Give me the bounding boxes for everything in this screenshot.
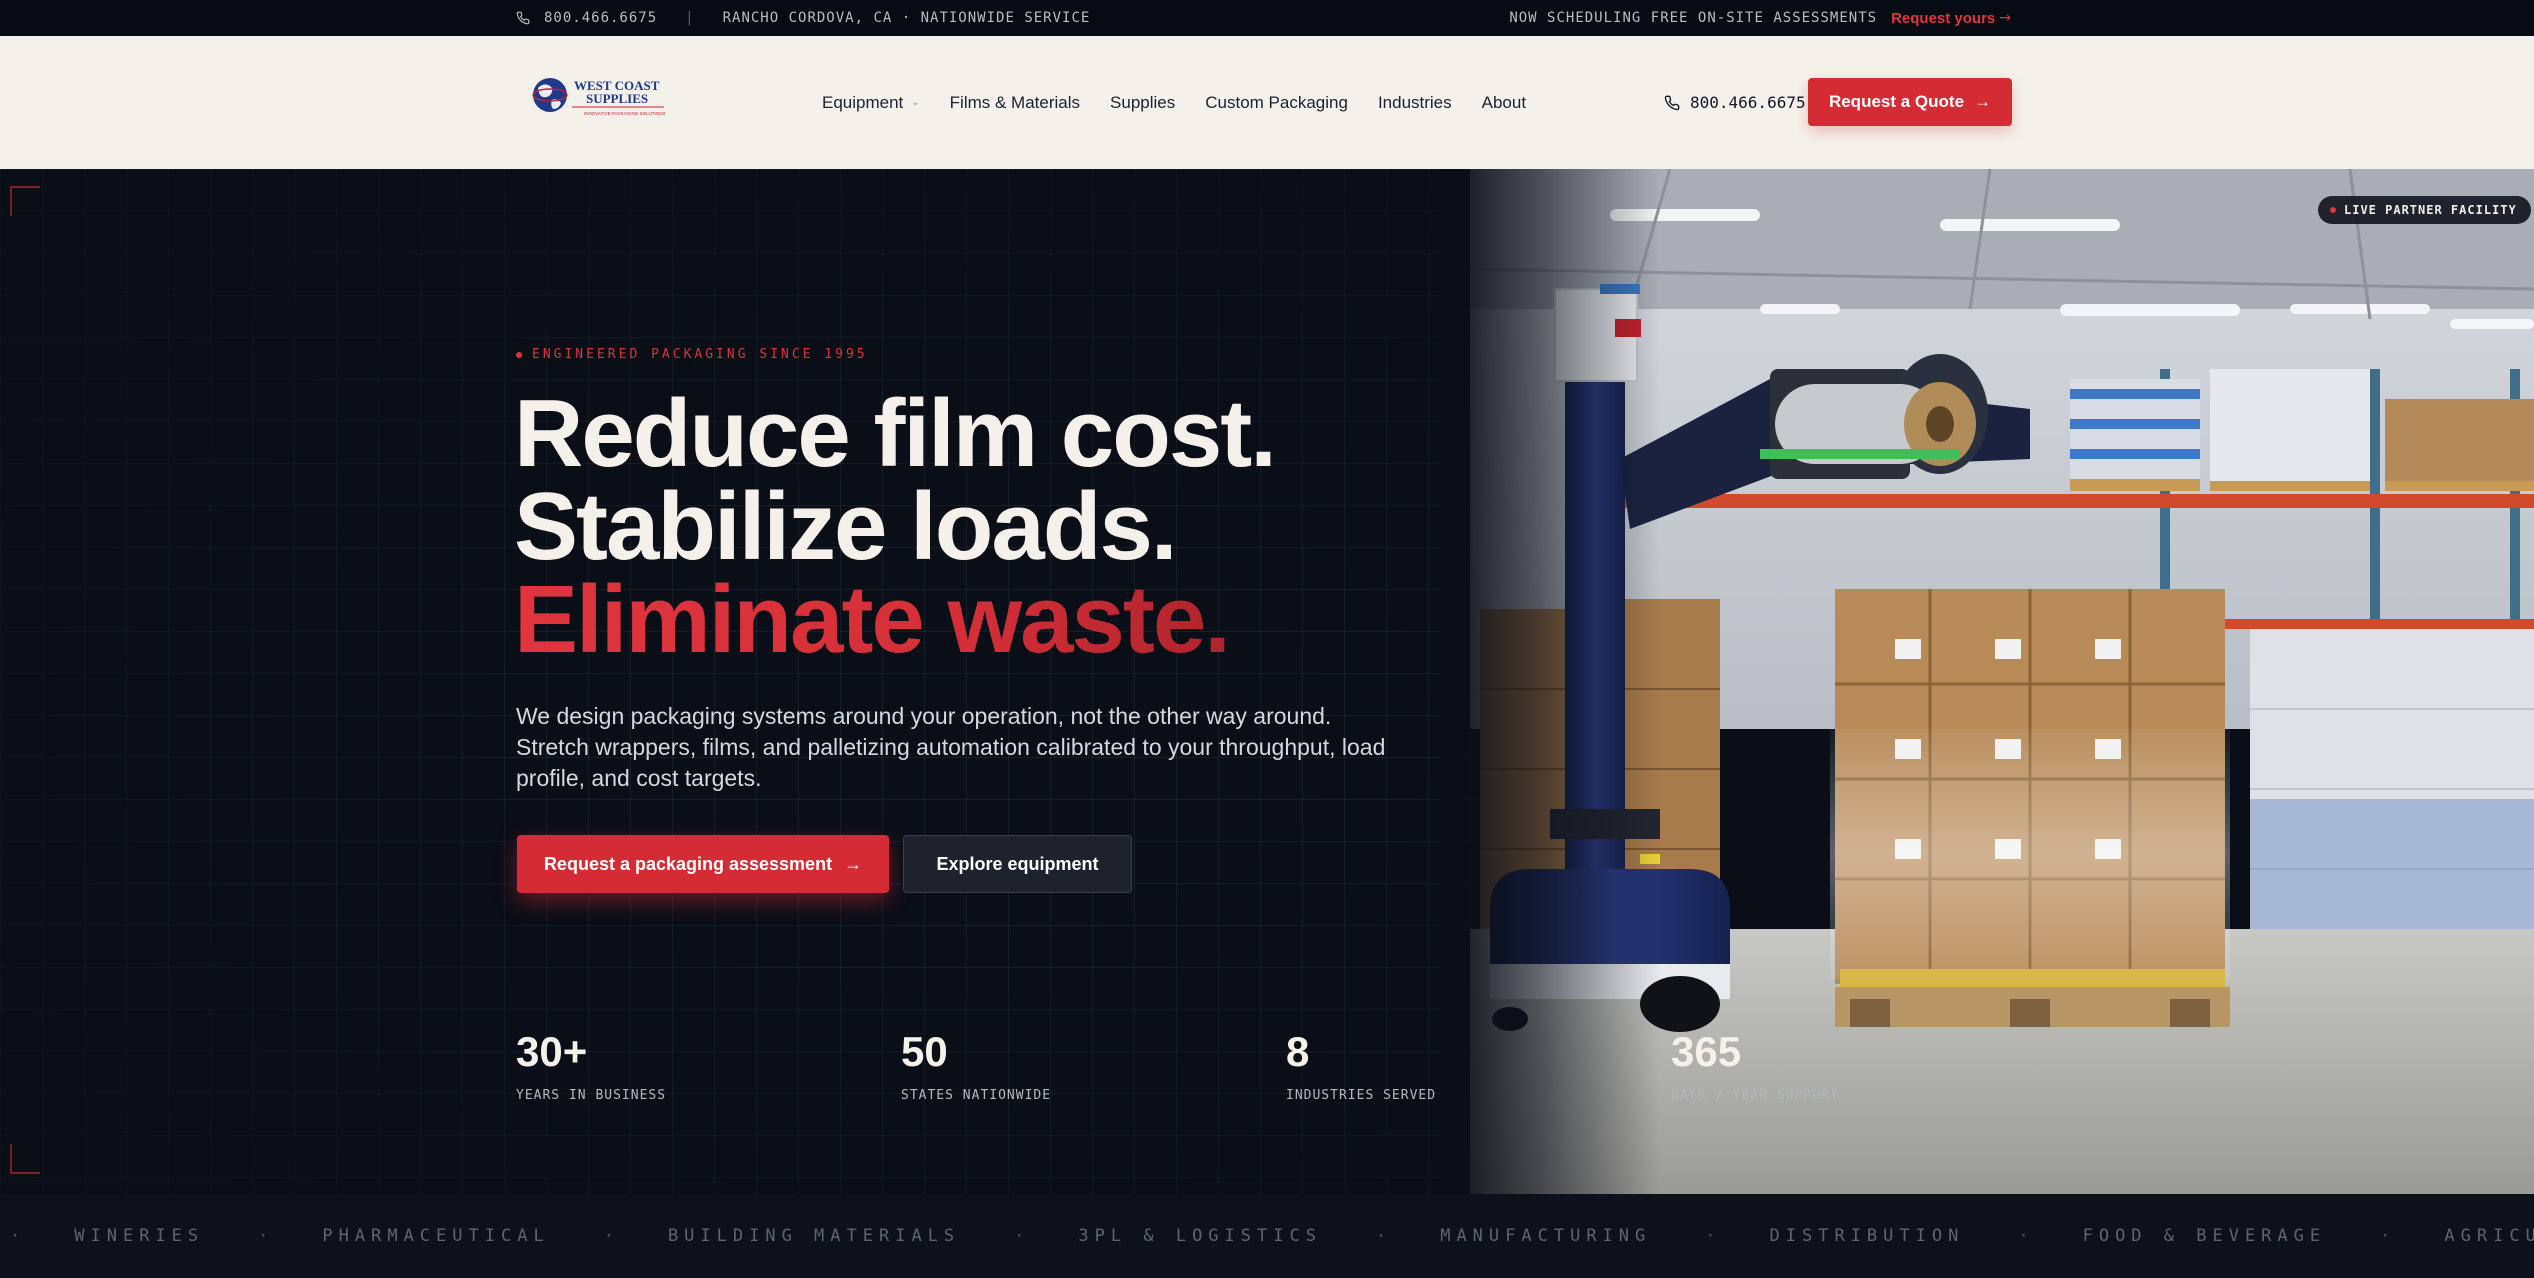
eyebrow-dot-icon [516,351,522,358]
nav-custom-packaging[interactable]: Custom Packaging [1205,93,1348,113]
utility-separator: | [685,10,695,26]
stat-industries: 8 INDUSTRIES SERVED [1286,1028,1437,1104]
ticker-item: MANUFACTURING [1440,1226,1652,1246]
eyebrow-text: ENGINEERED PACKAGING SINCE 1995 [532,347,868,362]
stat-label: YEARS IN BUSINESS [516,1088,667,1103]
stat-value: 8 [1286,1028,1310,1075]
stat-support: 365 DAYS / YEAR SUPPORT [1671,1028,1839,1104]
stat-value: 365 [1671,1028,1742,1075]
ticker-item: 3PL & LOGISTICS [1078,1226,1322,1246]
request-yours-label: Request yours [1891,9,1996,27]
request-yours-link[interactable]: Request yours → [1891,10,2012,27]
ticker-item: DISTRIBUTION [1769,1226,1965,1246]
industries-ticker: · WINERIES · PHARMACEUTICAL · BUILDING M… [0,1194,2534,1278]
nav-equipment-label: Equipment [822,92,904,112]
hero-section: LIVE PARTNER FACILITY ENGINEERED PACKAGI… [0,169,2534,1194]
live-badge-label: LIVE PARTNER FACILITY [2344,203,2517,217]
corner-bracket [10,186,40,216]
ticker-item: AGRICULTURE [2444,1226,2534,1246]
ticker-item: BUILDING MATERIALS [667,1226,961,1246]
stats-row: 30+ YEARS IN BUSINESS 50 STATES NATIONWI… [516,1030,2056,1110]
request-assessment-button[interactable]: Request a packaging assessment → [517,835,889,893]
headline-line-2: Stabilize loads. [514,473,1178,580]
phone-icon [516,11,530,25]
header-phone-link[interactable]: 800.466.6675 [1664,36,1806,169]
ticker-separator: · [2380,1226,2391,1246]
request-assessment-label: Request a packaging assessment [543,853,833,874]
ticker-item: WINERIES [74,1226,205,1246]
ticker-separator: · [258,1226,269,1246]
arrow-right-icon: → [844,853,863,874]
stat-label: INDUSTRIES SERVED [1286,1088,1437,1103]
ticker-separator: · [1014,1226,1025,1246]
nav-films-materials[interactable]: Films & Materials [950,93,1080,113]
ticker-item: FOOD & BEVERAGE [2082,1226,2327,1246]
hero-eyebrow: ENGINEERED PACKAGING SINCE 1995 [516,347,868,362]
chevron-down-icon: ⌄ [911,97,920,108]
site-header: WEST COAST SUPPLIES INNOVATIVE PACKAGING… [0,36,2534,169]
main-nav: Equipment ⌄ Films & Materials Supplies C… [822,36,1526,169]
logo-tagline: INNOVATIVE PACKAGING SOLUTIONS [584,111,666,116]
headline-line-3: Eliminate waste. [514,572,1275,668]
phone-icon [1664,95,1680,111]
logo-text-line2: SUPPLIES [586,91,648,106]
nav-about[interactable]: About [1482,93,1526,113]
stat-label: STATES NATIONWIDE [901,1088,1052,1103]
nav-industries[interactable]: Industries [1378,93,1452,113]
utility-bar-left: 800.466.6675 | RANCHO CORDOVA, CA · NATI… [516,0,1090,36]
globe-icon: WEST COAST SUPPLIES INNOVATIVE PACKAGING… [532,78,666,116]
arrow-right-icon: → [1974,92,1992,111]
stat-label: DAYS / YEAR SUPPORT [1671,1088,1839,1103]
header-phone-number: 800.466.6675 [1690,93,1806,112]
utility-bar: 800.466.6675 | RANCHO CORDOVA, CA · NATI… [0,0,2534,36]
ticker-separator: · [603,1226,614,1246]
ticker-separator: · [1705,1226,1716,1246]
site-logo[interactable]: WEST COAST SUPPLIES INNOVATIVE PACKAGING… [528,74,668,122]
utility-bar-right: NOW SCHEDULING FREE ON-SITE ASSESSMENTS … [1509,0,2012,36]
request-quote-button[interactable]: Request a Quote → [1808,78,2012,126]
ticker-separator: · [1375,1226,1387,1246]
scheduling-notice: NOW SCHEDULING FREE ON-SITE ASSESSMENTS [1509,10,1878,26]
hero-headline: Reduce film cost. Stabilize loads. Elimi… [514,380,1277,668]
utility-phone-link[interactable]: 800.466.6675 [544,10,657,26]
explore-equipment-button[interactable]: Explore equipment [903,835,1132,893]
ticker-item: PHARMACEUTICAL [322,1226,550,1246]
nav-equipment[interactable]: Equipment ⌄ [822,93,920,113]
hero-lead: We design packaging systems around your … [516,703,1386,791]
corner-bracket [10,1144,40,1174]
nav-supplies[interactable]: Supplies [1110,93,1175,113]
arrow-right-icon: → [1999,10,2012,26]
utility-location: RANCHO CORDOVA, CA · NATIONWIDE SERVICE [722,10,1091,26]
stat-value: 30+ [516,1028,588,1075]
request-quote-label: Request a Quote [1828,92,1965,111]
stat-value: 50 [901,1028,948,1075]
stat-years: 30+ YEARS IN BUSINESS [516,1028,667,1104]
ticker-separator: · [2018,1226,2029,1246]
ticker-track: · WINERIES · PHARMACEUTICAL · BUILDING M… [10,1194,2534,1278]
stat-states: 50 STATES NATIONWIDE [901,1028,1052,1104]
ticker-separator: · [10,1226,21,1246]
headline-line-1: Reduce film cost. [514,380,1277,487]
live-dot-icon [2330,207,2336,213]
live-facility-badge: LIVE PARTNER FACILITY [2318,196,2531,224]
